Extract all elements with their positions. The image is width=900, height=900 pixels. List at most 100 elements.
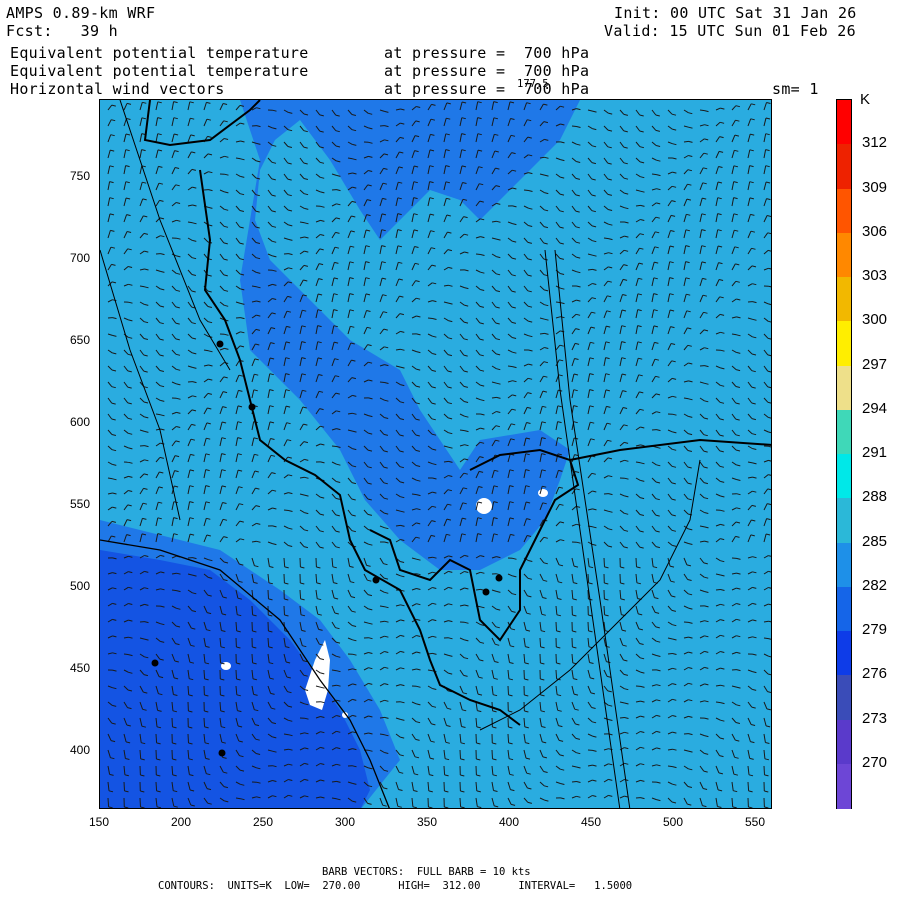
wind-barb <box>763 637 769 640</box>
wind-barb <box>715 701 721 704</box>
wind-barb <box>235 797 241 800</box>
x-tick-label: 450 <box>581 815 602 829</box>
colorbar-segment <box>837 454 851 499</box>
colorbar-tick-label: 282 <box>862 576 888 594</box>
wind-barb <box>283 509 289 511</box>
barb-legend: BARB VECTORS: FULL BARB = 10 kts <box>322 866 531 878</box>
wind-barb <box>203 669 206 679</box>
wind-barb <box>635 557 637 567</box>
wind-barb <box>491 220 497 223</box>
wind-barb <box>139 749 142 759</box>
field-name-3: Horizontal wind vectors <box>10 80 225 98</box>
map-canvas <box>100 100 771 808</box>
terrain-mask-3 <box>538 489 548 497</box>
wind-barb <box>539 637 542 647</box>
wind-barb <box>299 589 302 599</box>
field-level-1: at pressure = 700 hPa <box>384 44 590 62</box>
wind-barb <box>507 733 510 743</box>
wind-barb <box>315 573 318 583</box>
y-tick-label: 550 <box>70 497 91 511</box>
colorbar-segment <box>837 719 851 765</box>
field-level-2: at pressure = 700 hPa <box>384 62 590 80</box>
wind-barb <box>171 765 174 775</box>
wind-barb <box>475 588 481 591</box>
model-title: AMPS 0.89-km WRF <box>6 4 156 22</box>
colorbar-tick-label: 276 <box>862 665 888 683</box>
wind-barb <box>427 317 433 319</box>
smoothing-label: sm= 1 <box>772 80 819 98</box>
wind-barb <box>331 669 337 672</box>
wind-barb <box>555 621 557 631</box>
colorbar-segment <box>837 409 851 455</box>
colorbar-segment <box>837 498 851 544</box>
wind-barb <box>619 717 625 719</box>
wind-barb <box>331 445 337 447</box>
y-tick-label: 500 <box>70 579 91 593</box>
colorbar-segment <box>837 188 851 234</box>
colorbar-tick-label: 306 <box>862 222 888 240</box>
wind-barb <box>603 557 605 567</box>
y-tick-label: 650 <box>70 333 91 347</box>
colorbar <box>836 99 852 809</box>
wind-barb <box>123 653 129 656</box>
wind-barb <box>251 540 257 543</box>
wind-barb <box>699 109 705 112</box>
y-tick-label: 400 <box>70 743 91 757</box>
colorbar-segment <box>837 586 851 632</box>
colorbar-tick-label: 303 <box>862 267 888 284</box>
wind-barb <box>107 797 110 807</box>
wind-barb <box>603 605 606 615</box>
x-tick-label: 250 <box>253 815 274 829</box>
wind-barb <box>187 733 189 744</box>
colorbar-tick-label: 309 <box>862 178 888 196</box>
wind-barb <box>587 268 593 271</box>
wind-barb <box>395 348 401 351</box>
wind-barb <box>667 653 673 655</box>
contour-legend: CONTOURS: UNITS=K LOW= 270.00 HIGH= 312.… <box>158 880 633 892</box>
colorbar-unit: K <box>860 91 871 108</box>
wind-barb <box>267 637 270 647</box>
valid-time: Valid: 15 UTC Sun 01 Feb 26 <box>604 22 856 40</box>
wind-barb <box>395 524 401 527</box>
wind-barb <box>443 460 449 463</box>
wind-barb <box>379 605 385 608</box>
terrain-mask-2 <box>476 498 492 514</box>
wind-barb <box>283 605 285 616</box>
wind-barb <box>603 237 609 240</box>
wind-barb <box>411 493 417 496</box>
wind-barb <box>683 140 689 143</box>
wind-barb <box>379 381 385 383</box>
field-name-2: Equivalent potential temperature <box>10 62 309 80</box>
x-tick-label: 200 <box>171 815 192 829</box>
wind-barb <box>731 797 734 807</box>
colorbar-tick-label: 294 <box>862 399 888 417</box>
wind-barb <box>587 573 590 583</box>
wind-barb <box>219 701 222 711</box>
wind-barb <box>171 717 173 727</box>
wind-barb <box>283 557 286 567</box>
overlap-label: 177.5 <box>517 78 549 90</box>
wind-barb <box>187 685 190 695</box>
field-level-3: at pressure = 700 hPa <box>384 80 590 98</box>
wind-barb <box>571 781 577 783</box>
colorbar-segment <box>837 675 851 721</box>
wind-barb <box>443 765 446 775</box>
wind-barb <box>203 717 206 727</box>
wind-barb <box>283 733 289 736</box>
wind-barb <box>491 749 493 759</box>
wind-barb <box>747 781 750 791</box>
init-time: Init: 00 UTC Sat 31 Jan 26 <box>614 4 857 22</box>
colorbar-tick-label: 285 <box>862 532 888 550</box>
wind-barb <box>459 797 462 807</box>
wind-barb <box>555 669 558 679</box>
x-tick-label: 400 <box>499 815 520 829</box>
colorbar-tick-label: 312 <box>862 134 888 152</box>
wind-barb <box>267 589 269 599</box>
colorbar-segment <box>837 232 851 278</box>
wind-barb <box>235 621 238 631</box>
wind-barb <box>539 156 545 159</box>
wind-barb <box>475 253 481 255</box>
y-tick-label: 700 <box>70 251 91 265</box>
x-tick-label: 500 <box>663 815 684 829</box>
colorbar-tick-label: 288 <box>862 488 888 506</box>
